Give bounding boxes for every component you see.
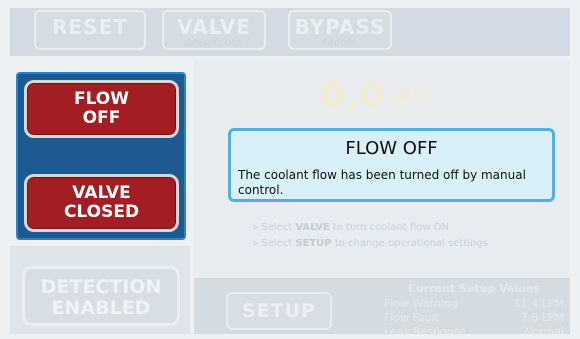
valve-button-label: VALVE <box>177 15 251 39</box>
current-setup-values: Current Setup Values Flow Warning 11.4 L… <box>384 282 564 339</box>
hint-setup-prefix: » Select <box>252 238 296 249</box>
setup-button[interactable]: SETUP <box>226 292 332 330</box>
flow-off-button[interactable]: FLOW OFF <box>24 80 179 138</box>
bypass-button-label: BYPASS <box>294 15 386 39</box>
setup-row-label: Flow Warning <box>384 297 458 310</box>
valve-closed-line1: VALVE <box>72 183 131 203</box>
valve-closed-line2: CLOSED <box>63 202 140 222</box>
reset-button-label: RESET <box>52 15 128 39</box>
valve-button-sublabel: OPEN/CLOSE <box>185 39 243 49</box>
setup-row-value: 7.6 LPM <box>520 311 564 324</box>
bypass-button[interactable]: BYPASS ON/OFF <box>288 10 392 50</box>
valve-closed-button[interactable]: VALVE CLOSED <box>24 174 179 232</box>
bypass-button-sublabel: ON/OFF <box>322 39 358 49</box>
setup-row-value: 11.4 LPM <box>513 297 564 310</box>
dialog-message: The coolant flow has been turned off by … <box>238 168 526 197</box>
setup-row-label: Leak Response <box>384 325 467 338</box>
hint-valve-key: VALVE <box>295 222 330 233</box>
detection-enabled-button[interactable]: DETECTION ENABLED <box>22 266 180 326</box>
setup-row-flow-fault: Flow Fault 7.6 LPM <box>384 311 564 325</box>
flow-rate-unit: LPM <box>387 87 428 107</box>
setup-values-title: Current Setup Values <box>407 282 541 295</box>
setup-row-flow-warning: Flow Warning 11.4 LPM <box>384 297 564 311</box>
flow-off-line1: FLOW <box>73 89 130 109</box>
setup-row-value: Normal <box>524 325 564 338</box>
flow-off-dialog[interactable]: FLOW OFF The coolant flow has been turne… <box>228 128 555 202</box>
hint-valve: » Select VALVE to turn coolant flow ON <box>252 222 449 233</box>
hint-setup-key: SETUP <box>295 238 332 249</box>
detection-line2: ENABLED <box>51 297 151 319</box>
hint-setup: » Select SETUP to change operational set… <box>252 238 488 249</box>
valve-button[interactable]: VALVE OPEN/CLOSE <box>162 10 266 50</box>
setup-button-label: SETUP <box>242 300 316 322</box>
setup-row-leak-response: Leak Response Normal <box>384 325 564 339</box>
flow-off-line2: OFF <box>82 108 121 128</box>
reset-button[interactable]: RESET <box>34 10 146 50</box>
dialog-title: FLOW OFF <box>345 138 438 159</box>
detection-line1: DETECTION <box>40 276 162 298</box>
hint-setup-suffix: to change operational settings <box>331 238 488 249</box>
flow-rate-readout: 0.0 LPM <box>320 74 428 118</box>
hint-valve-suffix: to turn coolant flow ON <box>329 222 450 233</box>
flow-rate-value: 0.0 <box>320 75 384 116</box>
hint-valve-prefix: » Select <box>252 222 296 233</box>
setup-row-label: Flow Fault <box>384 311 440 324</box>
